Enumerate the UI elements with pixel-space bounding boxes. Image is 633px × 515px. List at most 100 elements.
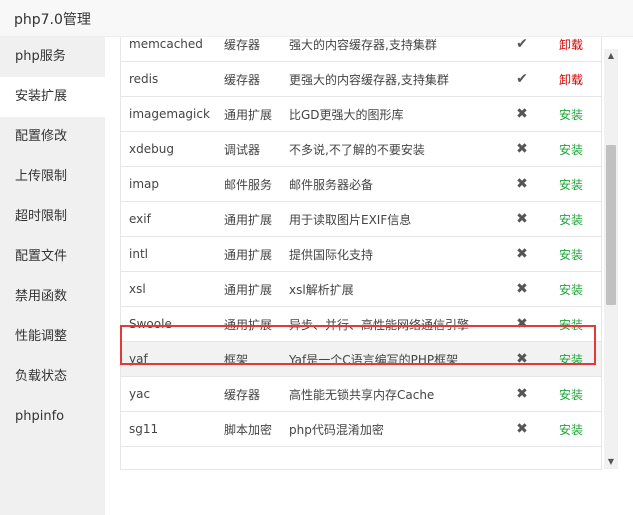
extension-name: imap	[121, 166, 216, 202]
table-row: imap 邮件服务 邮件服务器必备 ✖ 安装	[121, 166, 601, 202]
extension-type: 通用扩展	[216, 96, 281, 132]
extension-description: 用于读取图片EXIF信息	[281, 201, 503, 237]
cross-icon: ✖	[503, 166, 541, 202]
cross-icon: ✖	[503, 236, 541, 272]
sidebar: php服务 安装扩展 配置修改 上传限制 超时限制 配置文件 禁用函数 性能调整…	[0, 37, 105, 515]
install-button[interactable]: 安装	[559, 388, 583, 402]
extension-description: php代码混淆加密	[281, 411, 503, 447]
dialog-titlebar: php7.0管理	[0, 0, 633, 37]
extension-type: 缓存器	[216, 61, 281, 97]
install-button[interactable]: 安装	[559, 423, 583, 437]
extension-type: 框架	[216, 341, 281, 377]
table-row: imagemagick 通用扩展 比GD更强大的图形库 ✖ 安装	[121, 96, 601, 132]
sidebar-item-timeout-limit[interactable]: 超时限制	[0, 197, 105, 237]
cross-icon: ✖	[503, 131, 541, 167]
extension-description: 高性能无锁共享内存Cache	[281, 376, 503, 412]
dialog-title: php7.0管理	[14, 12, 91, 28]
sidebar-item-performance-tuning[interactable]: 性能调整	[0, 317, 105, 357]
vertical-scrollbar[interactable]: ▲ ▼	[604, 49, 618, 469]
extension-type: 通用扩展	[216, 306, 281, 342]
table-row: Swoole 通用扩展 异步、并行、高性能网络通信引擎 ✖ 安装	[121, 306, 601, 342]
extension-table-container[interactable]: memcached 缓存器 强大的内容缓存器,支持集群 ✔ 卸载 redis 缓存器 更强大的…	[120, 37, 602, 470]
install-button[interactable]: 安装	[559, 248, 583, 262]
table-row: exif 通用扩展 用于读取图片EXIF信息 ✖ 安装	[121, 201, 601, 237]
extension-action-cell: 安装	[541, 96, 601, 132]
extension-description: 提供国际化支持	[281, 236, 503, 272]
extension-name: yaf	[121, 341, 216, 377]
cross-icon: ✖	[503, 411, 541, 447]
extension-description: 不多说,不了解的不要安装	[281, 131, 503, 167]
uninstall-button[interactable]: 卸载	[559, 73, 583, 87]
table-row: intl 通用扩展 提供国际化支持 ✖ 安装	[121, 236, 601, 272]
extension-type: 邮件服务	[216, 166, 281, 202]
extension-description: 强大的内容缓存器,支持集群	[281, 37, 503, 62]
extension-action-cell: 卸载	[541, 37, 601, 62]
extension-action-cell: 安装	[541, 131, 601, 167]
install-button[interactable]: 安装	[559, 213, 583, 227]
cross-icon: ✖	[503, 271, 541, 307]
extension-action-cell: 安装	[541, 341, 601, 377]
install-button[interactable]: 安装	[559, 143, 583, 157]
cross-icon: ✖	[503, 201, 541, 237]
sidebar-item-disabled-functions[interactable]: 禁用函数	[0, 277, 105, 317]
table-row: memcached 缓存器 强大的内容缓存器,支持集群 ✔ 卸载	[121, 37, 601, 62]
extension-action-cell: 安装	[541, 271, 601, 307]
install-button[interactable]: 安装	[559, 318, 583, 332]
extension-name: sg11	[121, 411, 216, 447]
check-icon: ✔	[503, 37, 541, 62]
sidebar-item-config-edit[interactable]: 配置修改	[0, 117, 105, 157]
extension-name: intl	[121, 236, 216, 272]
extension-type: 通用扩展	[216, 271, 281, 307]
extension-table: memcached 缓存器 强大的内容缓存器,支持集群 ✔ 卸载 redis 缓存器 更强大的…	[121, 37, 601, 447]
table-row: yaf 框架 Yaf是一个C语言编写的PHP框架 ✖ 安装	[121, 341, 601, 377]
extension-action-cell: 安装	[541, 306, 601, 342]
extension-action-cell: 卸载	[541, 61, 601, 97]
sidebar-item-phpinfo[interactable]: phpinfo	[0, 397, 105, 437]
extension-name: memcached	[121, 37, 216, 62]
extension-name: yac	[121, 376, 216, 412]
extension-description: 更强大的内容缓存器,支持集群	[281, 61, 503, 97]
extension-type: 缓存器	[216, 37, 281, 62]
scroll-up-arrow-icon[interactable]: ▲	[604, 49, 618, 63]
extension-action-cell: 安装	[541, 411, 601, 447]
scroll-down-arrow-icon[interactable]: ▼	[604, 455, 618, 469]
extension-type: 脚本加密	[216, 411, 281, 447]
sidebar-item-php-service[interactable]: php服务	[0, 37, 105, 77]
extension-type: 通用扩展	[216, 236, 281, 272]
cross-icon: ✖	[503, 96, 541, 132]
cross-icon: ✖	[503, 306, 541, 342]
sidebar-item-upload-limit[interactable]: 上传限制	[0, 157, 105, 197]
scrollbar-thumb[interactable]	[606, 145, 616, 305]
install-button[interactable]: 安装	[559, 108, 583, 122]
extension-name: xsl	[121, 271, 216, 307]
table-row: yac 缓存器 高性能无锁共享内存Cache ✖ 安装	[121, 376, 601, 412]
extension-type: 缓存器	[216, 376, 281, 412]
extension-name: Swoole	[121, 306, 216, 342]
extension-type: 通用扩展	[216, 201, 281, 237]
sidebar-item-install-extension[interactable]: 安装扩展	[0, 77, 105, 117]
sidebar-item-config-file[interactable]: 配置文件	[0, 237, 105, 277]
extension-name: imagemagick	[121, 96, 216, 132]
main-content: memcached 缓存器 强大的内容缓存器,支持集群 ✔ 卸载 redis 缓存器 更强大的…	[105, 37, 633, 515]
extension-action-cell: 安装	[541, 376, 601, 412]
install-button[interactable]: 安装	[559, 178, 583, 192]
extension-name: redis	[121, 61, 216, 97]
extension-action-cell: 安装	[541, 201, 601, 237]
uninstall-button[interactable]: 卸载	[559, 38, 583, 52]
table-row: xsl 通用扩展 xsl解析扩展 ✖ 安装	[121, 271, 601, 307]
extension-table-body: memcached 缓存器 强大的内容缓存器,支持集群 ✔ 卸载 redis 缓存器 更强大的…	[121, 37, 601, 447]
cross-icon: ✖	[503, 376, 541, 412]
extension-action-cell: 安装	[541, 166, 601, 202]
extension-description: xsl解析扩展	[281, 271, 503, 307]
extension-type: 调试器	[216, 131, 281, 167]
table-row: redis 缓存器 更强大的内容缓存器,支持集群 ✔ 卸载	[121, 61, 601, 97]
extension-description: Yaf是一个C语言编写的PHP框架	[281, 341, 503, 377]
install-button[interactable]: 安装	[559, 283, 583, 297]
extension-action-cell: 安装	[541, 236, 601, 272]
check-icon: ✔	[503, 61, 541, 97]
table-row: sg11 脚本加密 php代码混淆加密 ✖ 安装	[121, 411, 601, 447]
cross-icon: ✖	[503, 341, 541, 377]
install-button[interactable]: 安装	[559, 353, 583, 367]
extension-description: 邮件服务器必备	[281, 166, 503, 202]
sidebar-item-load-status[interactable]: 负载状态	[0, 357, 105, 397]
